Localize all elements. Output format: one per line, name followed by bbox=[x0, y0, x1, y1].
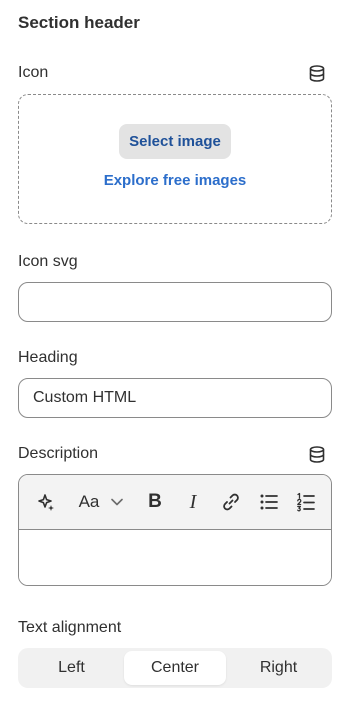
chevron-down-icon bbox=[111, 498, 124, 506]
alignment-option-right[interactable]: Right bbox=[228, 651, 329, 685]
image-dropzone[interactable]: Select image Explore free images bbox=[18, 94, 332, 224]
description-rich-text-editor: Aa B I bbox=[18, 474, 332, 586]
section-header-settings-panel: Section header Icon Select image Explore… bbox=[0, 0, 351, 705]
dynamic-source-icon[interactable] bbox=[308, 445, 326, 463]
bulleted-list-icon[interactable] bbox=[257, 475, 281, 529]
heading-field-label: Heading bbox=[18, 349, 78, 366]
dynamic-source-icon[interactable] bbox=[308, 64, 326, 82]
text-style-dropdown[interactable]: Aa bbox=[73, 475, 129, 529]
text-alignment-segmented-control: Left Center Right bbox=[18, 648, 332, 688]
icon-field-label: Icon bbox=[18, 64, 49, 81]
sparkle-icon[interactable] bbox=[33, 475, 59, 529]
italic-button[interactable]: I bbox=[181, 475, 205, 529]
numbered-list-icon[interactable] bbox=[294, 475, 318, 529]
text-alignment-label: Text alignment bbox=[18, 619, 122, 636]
alignment-option-center[interactable]: Center bbox=[124, 651, 226, 685]
icon-svg-field-label: Icon svg bbox=[18, 253, 78, 270]
description-field-label: Description bbox=[18, 445, 99, 462]
link-icon[interactable] bbox=[219, 475, 243, 529]
italic-label: I bbox=[189, 490, 197, 513]
bold-label: B bbox=[148, 491, 162, 512]
description-editor-body[interactable] bbox=[19, 530, 331, 585]
section-title: Section header bbox=[18, 13, 140, 32]
select-image-button[interactable]: Select image bbox=[119, 124, 231, 159]
rich-text-toolbar: Aa B I bbox=[19, 475, 331, 530]
icon-svg-input[interactable] bbox=[18, 282, 332, 322]
heading-input[interactable] bbox=[18, 378, 332, 418]
bold-button[interactable]: B bbox=[143, 475, 167, 529]
text-style-label: Aa bbox=[78, 492, 100, 511]
explore-free-images-link[interactable]: Explore free images bbox=[104, 172, 247, 189]
alignment-option-left[interactable]: Left bbox=[21, 651, 122, 685]
